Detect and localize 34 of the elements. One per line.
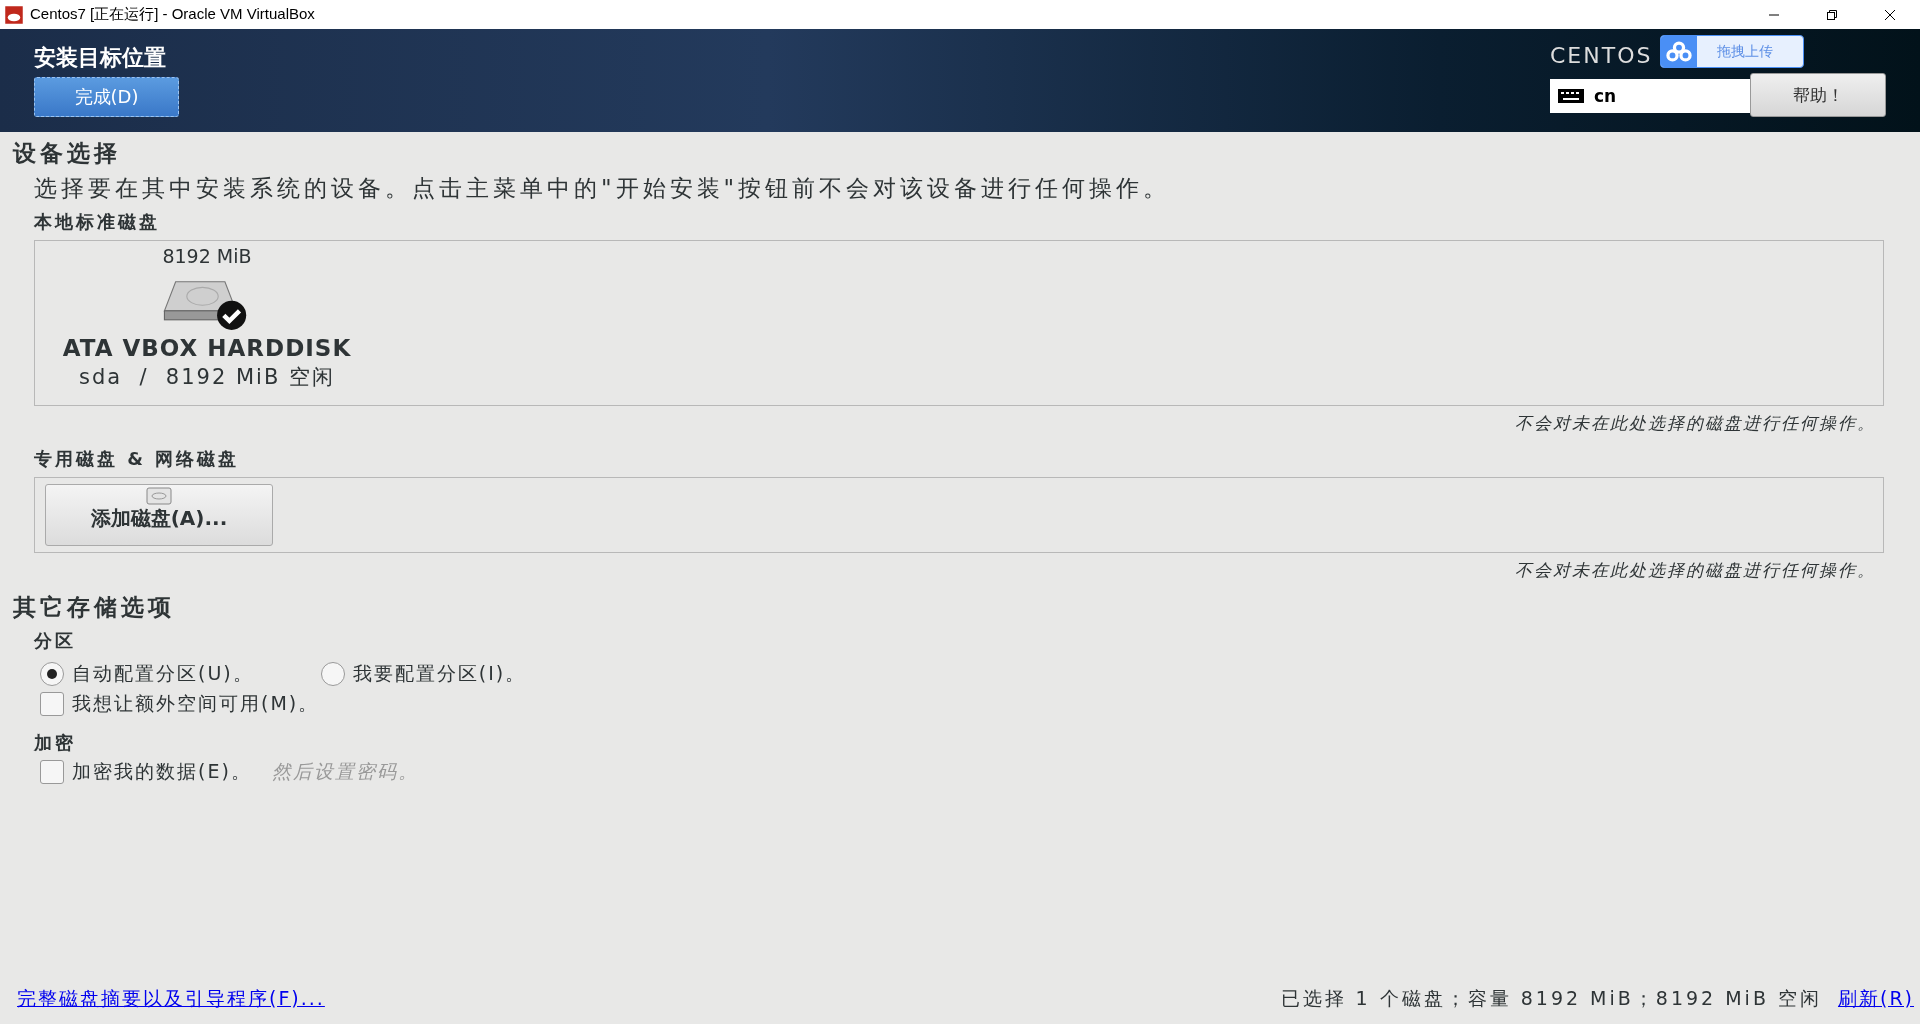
checkbox-option[interactable]: 加密我的数据(E)。 <box>40 759 252 785</box>
radio-option[interactable]: 自动配置分区(U)。 <box>40 661 254 687</box>
close-icon[interactable] <box>1884 8 1896 21</box>
subsection-heading: 本地标准磁盘 <box>34 210 161 234</box>
subsection-heading: 专用磁盘 & 网络磁盘 <box>34 447 241 471</box>
note-text: 不会对未在此处选择的磁盘进行任何操作。 <box>1515 412 1877 435</box>
add-disk-button[interactable]: 添加磁盘(A)... <box>45 484 273 546</box>
summary-link[interactable]: 完整磁盘摘要以及引导程序(F)... <box>17 986 325 1012</box>
disk-detail: sda / 8192 MiB 空闲 <box>78 364 336 391</box>
note-text: 不会对未在此处选择的磁盘进行任何操作。 <box>1515 559 1877 582</box>
disk-size: 8192 MiB <box>162 245 252 267</box>
status-text: 已选择 1 个磁盘；容量 8192 MiB；8192 MiB 空闲 <box>1280 986 1822 1011</box>
refresh-link[interactable]: 刷新(R) <box>1837 986 1914 1012</box>
section-heading: 其它存储选项 <box>13 593 176 622</box>
keyboard-layout-field[interactable]: cn <box>1550 79 1750 113</box>
section-heading: 设备选择 <box>13 139 122 168</box>
upload-label: 拖拽上传 <box>1716 42 1774 61</box>
page-title: 安装目标位置 <box>34 44 167 72</box>
help-button[interactable]: 帮助！ <box>1750 73 1886 117</box>
checkbox-option[interactable]: 我想让额外空间可用(M)。 <box>40 691 1884 717</box>
radio-option[interactable]: 我要配置分区(I)。 <box>320 661 527 687</box>
done-button[interactable]: 完成(D) <box>34 77 179 117</box>
subsection-heading: 加密 <box>34 731 77 755</box>
description-text: 选择要在其中安装系统的设备。点击主菜单中的"开始安装"按钮前不会对该设备进行任何操作。 <box>34 174 1172 203</box>
hint-text: 然后设置密码。 <box>271 759 419 784</box>
app-icon <box>4 4 24 25</box>
cloud-icon <box>1661 36 1697 67</box>
disk-name: ATA VBOX HARDDISK <box>62 335 352 361</box>
subsection-heading: 分区 <box>34 629 77 653</box>
disk-item[interactable]: 8192 MiB ATA VBOX HARDDISK sda / 8192 MiB 空闲 <box>57 245 357 401</box>
keyboard-icon <box>1558 89 1584 103</box>
window-title: Centos7 [正在运行] - Oracle VM VirtualBox <box>30 5 315 24</box>
product-name: CENTOS <box>1550 41 1653 68</box>
restore-icon[interactable] <box>1826 8 1838 21</box>
